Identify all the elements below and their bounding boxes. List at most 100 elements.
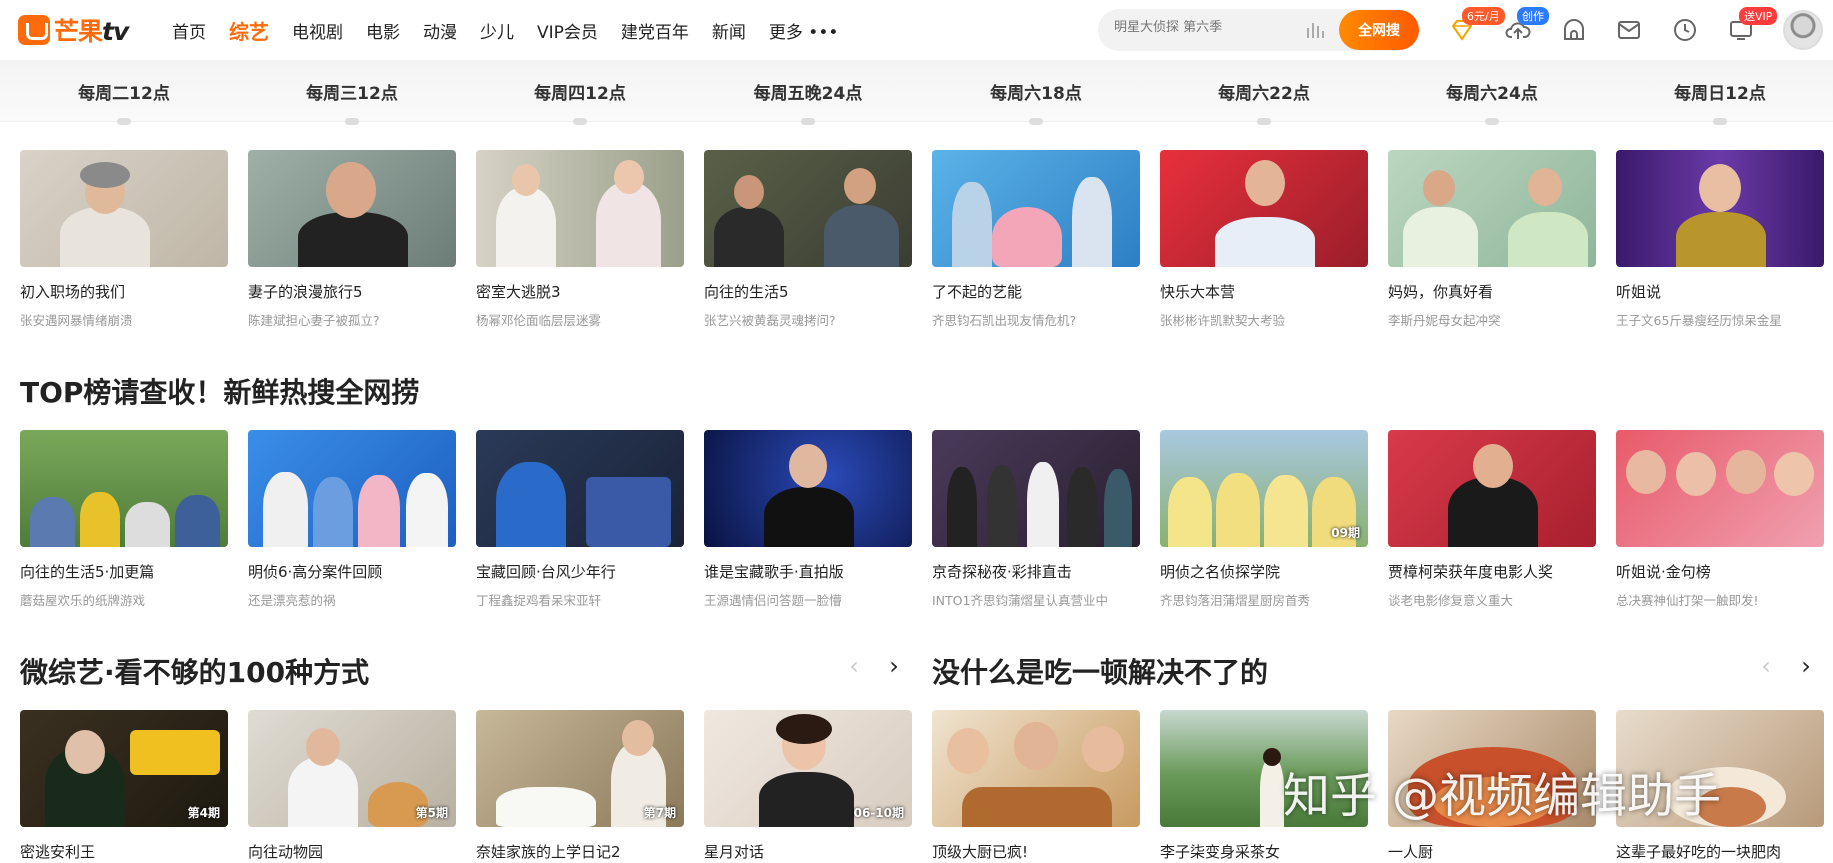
video-title[interactable]: 向往动物园	[248, 841, 456, 862]
video-title[interactable]: 宝藏回顾·台风少年行	[476, 561, 684, 582]
video-thumbnail[interactable]	[248, 430, 456, 547]
video-title[interactable]: 了不起的艺能	[932, 281, 1140, 302]
video-title[interactable]: 谁是宝藏歌手·直拍版	[704, 561, 912, 582]
nav-item-news[interactable]: 新闻	[712, 18, 746, 45]
video-card[interactable]: 贾樟柯荣获年度电影人奖 谈老电影修复意义重大	[1388, 430, 1596, 609]
video-card[interactable]: 06-10期 星月对话	[704, 710, 912, 862]
video-subtitle: 陈建斌担心妻子被孤立?	[248, 313, 380, 328]
video-title[interactable]: 明侦6·高分案件回顾	[248, 561, 456, 582]
video-title[interactable]: 京奇探秘夜·彩排直击	[932, 561, 1140, 582]
video-card[interactable]: 第4期 密逃安利王	[20, 710, 228, 862]
schedule-tab[interactable]: 每周六24点	[1388, 79, 1596, 104]
video-title[interactable]: 这辈子最好吃的一块肥肉	[1616, 841, 1824, 862]
video-title[interactable]: 贾樟柯荣获年度电影人奖	[1388, 561, 1596, 582]
video-card[interactable]: 第5期 向往动物园	[248, 710, 456, 862]
schedule-tab[interactable]: 每周五晚24点	[704, 79, 912, 104]
video-card[interactable]: 谁是宝藏歌手·直拍版 王源遇情侣问答题一脸懵	[704, 430, 912, 609]
mail-icon[interactable]	[1615, 16, 1643, 44]
video-card[interactable]: 宝藏回顾·台风少年行 丁程鑫捉鸡看呆宋亚轩	[476, 430, 684, 609]
video-card[interactable]: 向往的生活5·加更篇 蘑菇屋欢乐的纸牌游戏	[20, 430, 228, 609]
video-thumbnail[interactable]	[476, 430, 684, 547]
video-thumbnail[interactable]	[932, 430, 1140, 547]
video-thumbnail[interactable]	[1160, 150, 1368, 267]
next-arrow-icon[interactable]: ›	[1794, 652, 1818, 680]
video-card[interactable]: 第7期 奈娃家族的上学日记2	[476, 710, 684, 862]
video-card[interactable]: 明侦6·高分案件回顾 还是漂亮惹的祸	[248, 430, 456, 609]
next-arrow-icon[interactable]: ›	[882, 652, 906, 680]
video-thumbnail[interactable]: 第7期	[476, 710, 684, 827]
home-icon[interactable]	[1560, 16, 1588, 44]
voice-bars-icon[interactable]	[1306, 22, 1324, 38]
nav-item-tv-series[interactable]: 电视剧	[292, 18, 343, 45]
video-thumbnail[interactable]	[704, 150, 912, 267]
video-card[interactable]: 京奇探秘夜·彩排直击 INTO1齐思钧蒲熠星认真营业中	[932, 430, 1140, 609]
schedule-tab[interactable]: 每周四12点	[476, 79, 684, 104]
video-thumbnail[interactable]	[1388, 150, 1596, 267]
video-card[interactable]: 初入职场的我们 张安遇网暴情绪崩溃	[20, 150, 228, 329]
video-card[interactable]: 顶级大厨已疯!	[932, 710, 1140, 862]
video-thumbnail[interactable]	[476, 150, 684, 267]
mango-tv-logo[interactable]: 芒果tv	[18, 12, 129, 48]
video-thumbnail[interactable]	[704, 430, 912, 547]
video-title[interactable]: 听姐说·金句榜	[1616, 561, 1824, 582]
video-card[interactable]: 听姐说 王子文65斤暴瘦经历惊呆金星	[1616, 150, 1824, 329]
nav-item-more[interactable]: 更多 •••	[769, 18, 839, 45]
video-title[interactable]: 快乐大本营	[1160, 281, 1368, 302]
schedule-tab[interactable]: 每周六18点	[932, 79, 1140, 104]
video-thumbnail[interactable]	[20, 430, 228, 547]
video-title[interactable]: 听姐说	[1616, 281, 1824, 302]
video-card[interactable]: 密室大逃脱3 杨幂邓伦面临层层迷雾	[476, 150, 684, 329]
video-title[interactable]: 明侦之名侦探学院	[1160, 561, 1368, 582]
video-title[interactable]: 顶级大厨已疯!	[932, 841, 1140, 862]
video-thumbnail[interactable]	[1616, 150, 1824, 267]
video-thumbnail[interactable]: 第5期	[248, 710, 456, 827]
video-title[interactable]: 向往的生活5	[704, 281, 912, 302]
search-button[interactable]: 全网搜	[1339, 10, 1419, 50]
schedule-tab[interactable]: 每周日12点	[1616, 79, 1824, 104]
nav-item-party-centenary[interactable]: 建党百年	[621, 18, 689, 45]
video-title[interactable]: 初入职场的我们	[20, 281, 228, 302]
video-title[interactable]: 李子柒变身采茶女	[1160, 841, 1368, 862]
video-thumbnail[interactable]	[20, 150, 228, 267]
video-thumbnail[interactable]	[932, 150, 1140, 267]
video-thumbnail[interactable]: 09期	[1160, 430, 1368, 547]
video-card[interactable]: 听姐说·金句榜 总决赛神仙打架一触即发!	[1616, 430, 1824, 609]
video-title[interactable]: 奈娃家族的上学日记2	[476, 841, 684, 862]
video-title[interactable]: 向往的生活5·加更篇	[20, 561, 228, 582]
video-card[interactable]: 妈妈，你真好看 李斯丹妮母女起冲突	[1388, 150, 1596, 329]
nav-item-variety[interactable]: 综艺	[229, 16, 269, 45]
nav-item-vip[interactable]: VIP会员	[537, 18, 598, 45]
video-card[interactable]: 快乐大本营 张彬彬许凯默契大考验	[1160, 150, 1368, 329]
video-title[interactable]: 密室大逃脱3	[476, 281, 684, 302]
video-thumbnail[interactable]: 06-10期	[704, 710, 912, 827]
nav-item-kids[interactable]: 少儿	[480, 18, 514, 45]
video-card[interactable]: 09期 明侦之名侦探学院 齐思钧落泪蒲熠星厨房首秀	[1160, 430, 1368, 609]
search-input[interactable]	[1114, 20, 1294, 35]
video-card[interactable]: 妻子的浪漫旅行5 陈建斌担心妻子被孤立?	[248, 150, 456, 329]
video-title[interactable]: 密逃安利王	[20, 841, 228, 862]
video-thumbnail[interactable]	[248, 150, 456, 267]
user-avatar[interactable]	[1783, 10, 1823, 50]
history-clock-icon[interactable]	[1671, 16, 1699, 44]
video-title[interactable]: 妈妈，你真好看	[1388, 281, 1596, 302]
video-card[interactable]: 了不起的艺能 齐思钧石凯出现友情危机?	[932, 150, 1140, 329]
schedule-bar: 每周二12点 每周三12点 每周四12点 每周五晚24点 每周六18点 每周六2…	[0, 60, 1833, 122]
video-thumbnail[interactable]	[1616, 430, 1824, 547]
schedule-tab[interactable]: 每周六22点	[1160, 79, 1368, 104]
video-thumbnail[interactable]: 第4期	[20, 710, 228, 827]
schedule-indicator	[117, 118, 131, 125]
video-title[interactable]: 一人厨	[1388, 841, 1596, 862]
video-title[interactable]: 妻子的浪漫旅行5	[248, 281, 456, 302]
prev-arrow-icon[interactable]: ‹	[842, 652, 866, 680]
schedule-tab[interactable]: 每周二12点	[20, 79, 228, 104]
nav-item-home[interactable]: 首页	[172, 18, 206, 45]
video-thumbnail[interactable]	[1388, 430, 1596, 547]
logo-text: 芒果tv	[54, 12, 129, 48]
video-title[interactable]: 星月对话	[704, 841, 912, 862]
video-card[interactable]: 向往的生活5 张艺兴被黄磊灵魂拷问?	[704, 150, 912, 329]
prev-arrow-icon[interactable]: ‹	[1754, 652, 1778, 680]
nav-item-movies[interactable]: 电影	[366, 18, 400, 45]
schedule-tab[interactable]: 每周三12点	[248, 79, 456, 104]
video-thumbnail[interactable]	[932, 710, 1140, 827]
nav-item-anime[interactable]: 动漫	[423, 18, 457, 45]
